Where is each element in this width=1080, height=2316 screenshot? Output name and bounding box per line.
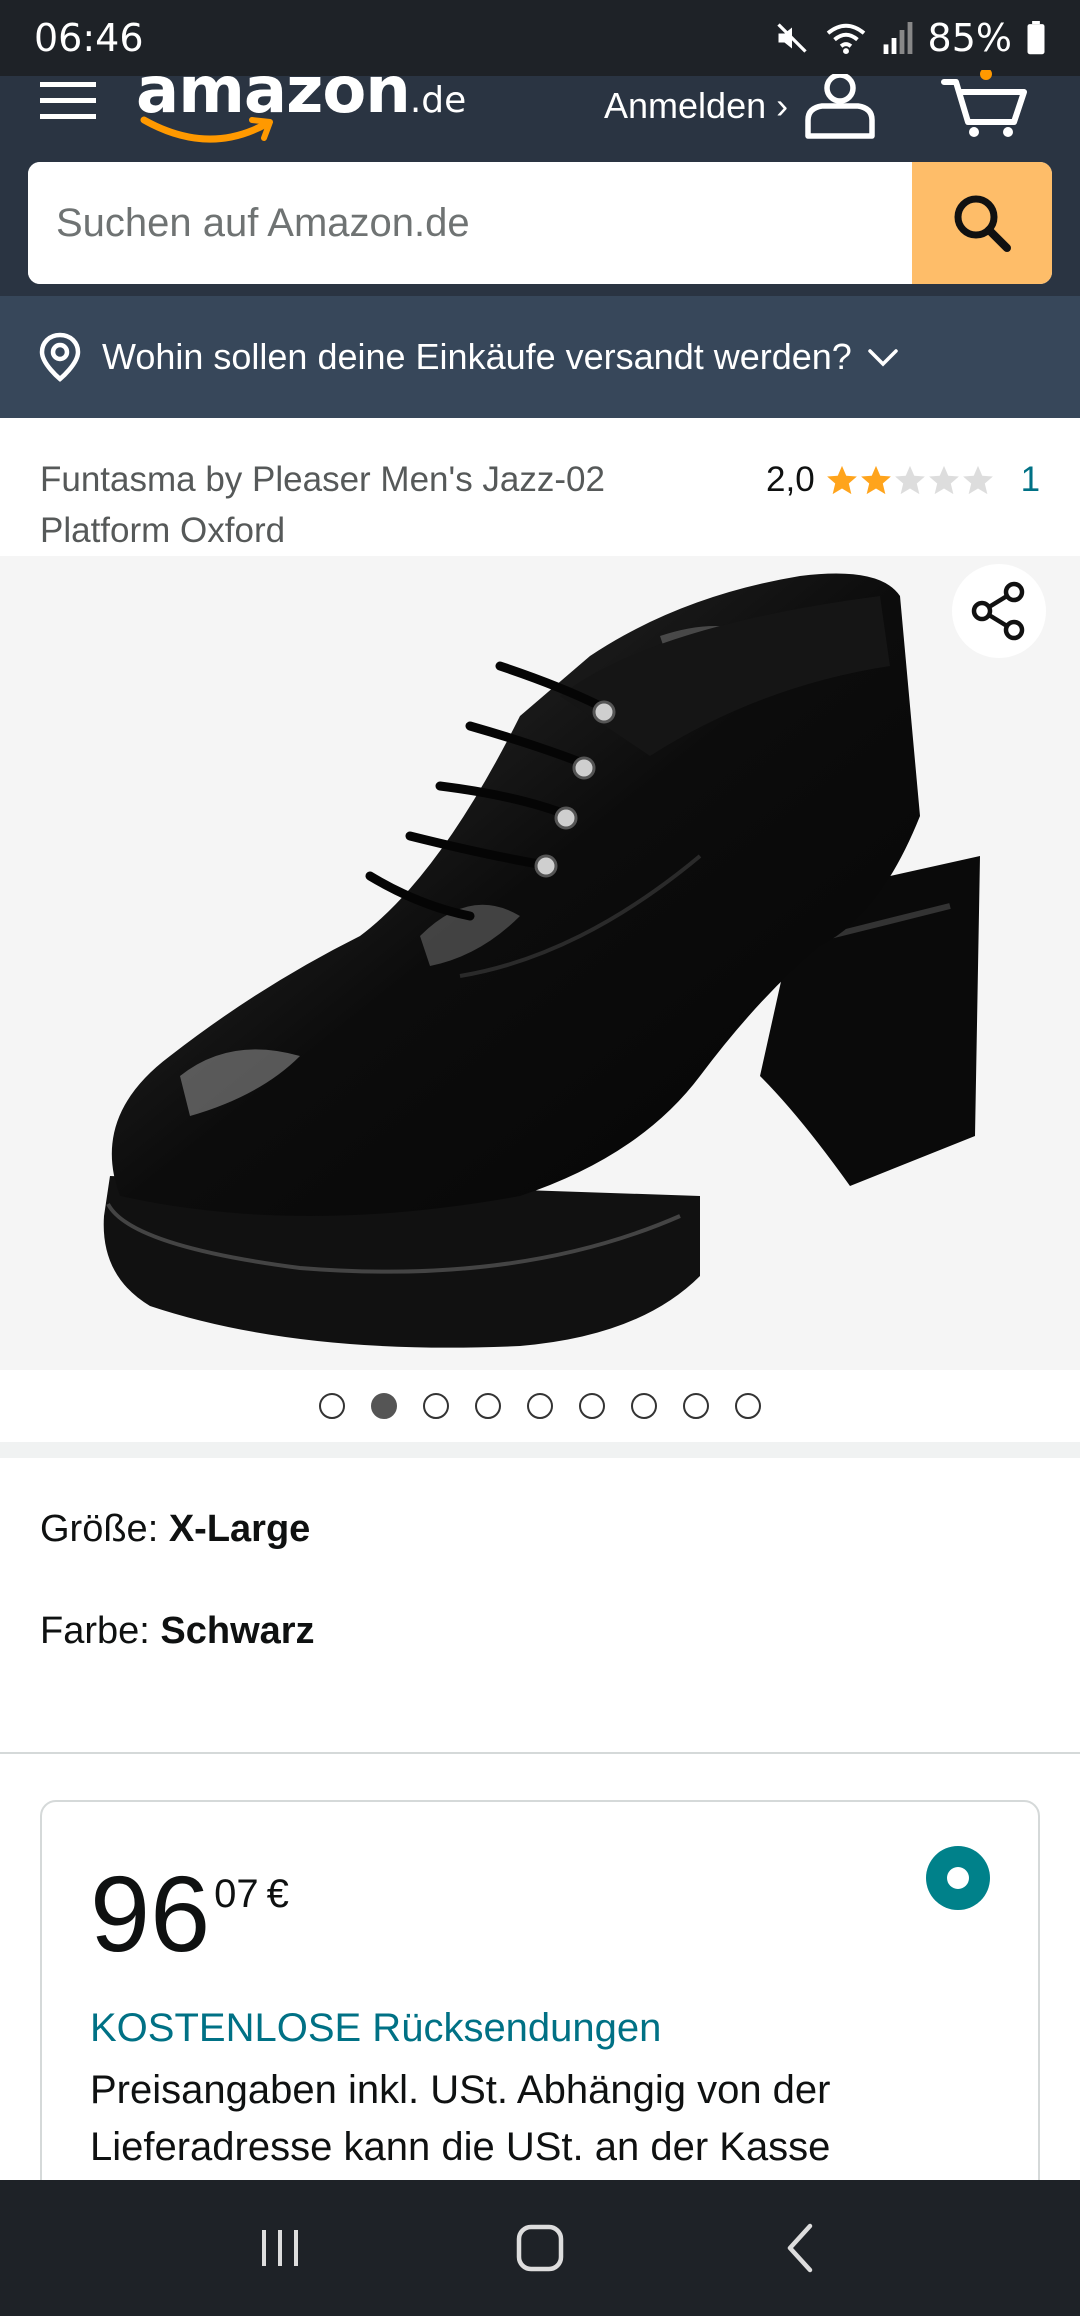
carousel-dot[interactable] <box>319 1393 345 1419</box>
price-fraction: 07 <box>214 1872 259 1916</box>
search-input[interactable] <box>28 162 912 284</box>
price-currency: € <box>266 1872 289 1916</box>
battery-icon <box>1027 21 1045 55</box>
section-divider-line <box>0 1752 1080 1754</box>
price: 96 07 € <box>90 1860 289 1968</box>
mute-icon <box>776 23 807 53</box>
variations-section: Größe: X-Large Farbe: Schwarz <box>0 1458 1080 1752</box>
battery-percent: 85% <box>927 16 1012 60</box>
home-icon <box>516 2224 564 2272</box>
star-empty-icon <box>928 465 959 494</box>
carousel-dot[interactable] <box>371 1393 397 1419</box>
recents-icon <box>262 2230 298 2266</box>
user-icon[interactable] <box>800 74 880 140</box>
signal-icon <box>883 22 912 54</box>
free-returns-link[interactable]: KOSTENLOSE Rücksendungen <box>90 2006 661 2051</box>
system-nav-bar <box>0 2180 1080 2316</box>
product-title[interactable]: Funtasma by Pleaser Men's Jazz-02 Platfo… <box>40 454 680 556</box>
star-empty-icon <box>962 465 993 494</box>
tax-note: Preisangaben inkl. USt. Abhängig von der… <box>90 2068 831 2169</box>
color-value: Schwarz <box>160 1610 315 1652</box>
offer-radio-button[interactable] <box>926 1846 990 1910</box>
share-icon <box>971 581 1025 641</box>
search-icon <box>954 195 1011 252</box>
price-whole: 96 <box>90 1853 211 1974</box>
star-filled-icon <box>826 465 857 494</box>
size-selector[interactable]: Größe: X-Large <box>40 1508 310 1551</box>
amazon-header: amazon.de Anmelden › <box>0 54 1080 296</box>
carousel-dots <box>0 1370 1080 1442</box>
delivery-text: Wohin sollen deine Einkäufe versandt wer… <box>102 336 852 377</box>
share-button[interactable] <box>952 564 1046 658</box>
logo-smile-icon <box>140 116 273 143</box>
rating-value: 2,0 <box>766 459 815 499</box>
size-value: X-Large <box>168 1508 311 1550</box>
carousel-dot[interactable] <box>579 1393 605 1419</box>
home-button[interactable] <box>480 2188 600 2308</box>
rating-stars <box>825 463 995 497</box>
product-image-carousel[interactable] <box>0 556 1080 1370</box>
carousel-dot[interactable] <box>475 1393 501 1419</box>
star-filled-icon <box>860 465 891 494</box>
location-pin-icon <box>39 332 81 382</box>
size-label: Größe: <box>40 1508 169 1550</box>
status-icons: 85% <box>774 16 1046 60</box>
carousel-dot[interactable] <box>683 1393 709 1419</box>
product-title-row: Funtasma by Pleaser Men's Jazz-02 Platfo… <box>0 418 1080 556</box>
hamburger-menu-icon[interactable] <box>38 78 98 138</box>
screen: 06:46 85% amazon.de Anmelden › Suchen au… <box>0 0 1080 2316</box>
color-selector[interactable]: Farbe: Schwarz <box>40 1610 315 1653</box>
carousel-dot[interactable] <box>527 1393 553 1419</box>
color-label: Farbe: <box>40 1610 161 1652</box>
cart-icon[interactable] <box>940 70 1030 140</box>
section-divider <box>0 1442 1080 1458</box>
product-image <box>103 573 980 1348</box>
top-nav: amazon.de Anmelden › <box>0 54 1080 160</box>
delivery-location-bar[interactable]: Wohin sollen deine Einkäufe versandt wer… <box>0 296 1080 418</box>
signin-link[interactable]: Anmelden › <box>604 76 788 136</box>
back-button[interactable] <box>740 2188 860 2308</box>
logo-tld: .de <box>409 80 467 121</box>
product-rating[interactable]: 2,0 1 <box>766 454 1040 505</box>
wifi-icon <box>826 23 865 55</box>
back-icon <box>787 2223 813 2273</box>
search-bar <box>28 162 1052 284</box>
recents-button[interactable] <box>220 2188 340 2308</box>
carousel-dot[interactable] <box>735 1393 761 1419</box>
rating-count[interactable]: 1 <box>1021 460 1040 500</box>
carousel-dot[interactable] <box>631 1393 657 1419</box>
search-button[interactable] <box>912 162 1052 284</box>
star-empty-icon <box>894 465 925 494</box>
chevron-down-icon <box>868 349 898 367</box>
carousel-dot[interactable] <box>423 1393 449 1419</box>
